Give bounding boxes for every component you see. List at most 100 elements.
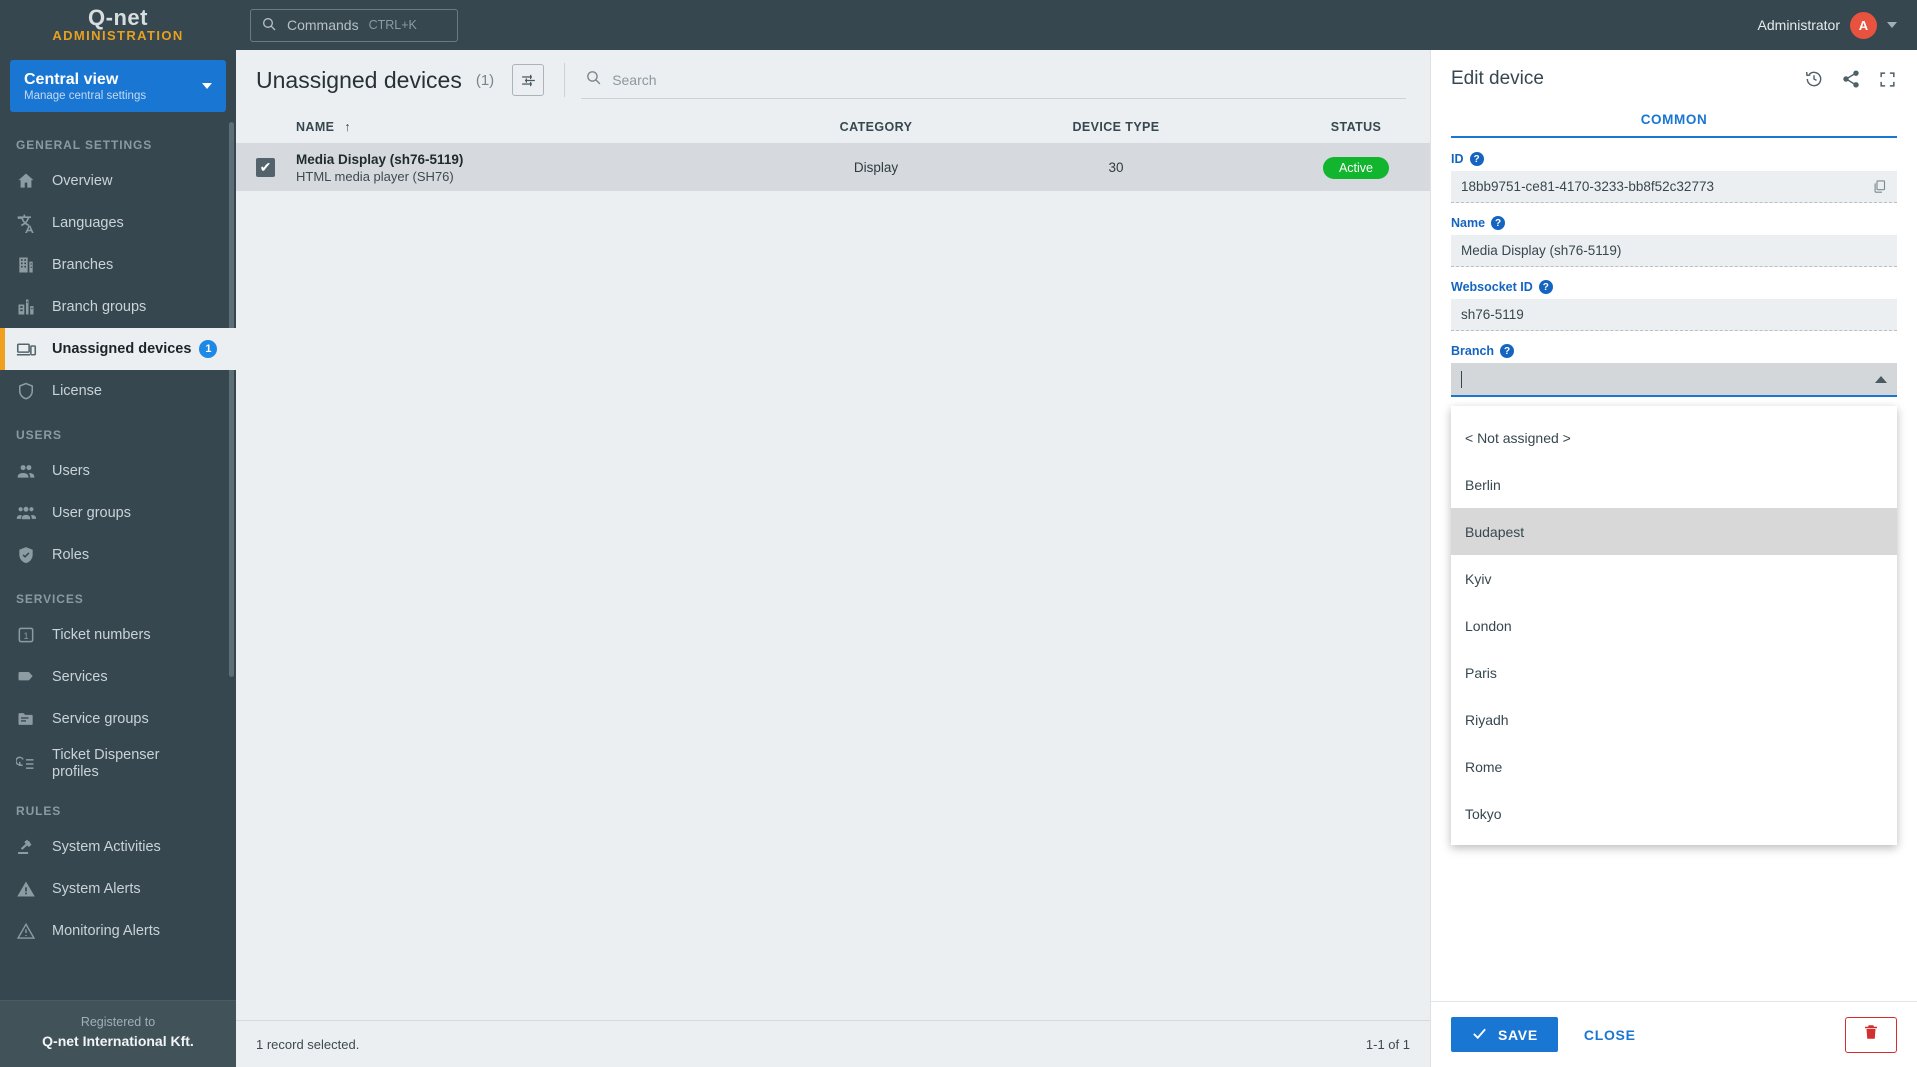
branch-label-wrap: Branch ?	[1451, 344, 1897, 358]
text-cursor	[1461, 370, 1462, 388]
sidebar-item-roles[interactable]: Roles	[0, 534, 236, 576]
building-icon	[16, 255, 52, 275]
close-button[interactable]: CLOSE	[1572, 1019, 1648, 1051]
sidebar-item-label: Monitoring Alerts	[52, 922, 160, 939]
sidebar-item-system-activities[interactable]: System Activities	[0, 826, 236, 868]
search-input[interactable]	[612, 71, 1406, 88]
row-checkbox[interactable]: ✔	[256, 158, 275, 177]
delete-button[interactable]	[1845, 1016, 1897, 1053]
branch-option[interactable]: Berlin	[1451, 461, 1897, 508]
shield-icon	[16, 381, 52, 401]
save-button[interactable]: SAVE	[1451, 1017, 1558, 1052]
sidebar-item-label: System Activities	[52, 838, 161, 855]
branch-option[interactable]: London	[1451, 602, 1897, 649]
home-icon	[16, 171, 52, 191]
branch-option[interactable]: Budapest	[1451, 508, 1897, 555]
branch-option[interactable]: Paris	[1451, 649, 1897, 696]
sidebar-item-label: Users	[52, 462, 90, 479]
help-icon[interactable]: ?	[1500, 344, 1515, 358]
field-id: ID? 18bb9751-ce81-4170-3233-bb8f52c32773	[1451, 152, 1897, 203]
number-one-icon: 1	[16, 625, 52, 645]
chevron-down-icon[interactable]	[1887, 22, 1897, 28]
sidebar-item-services[interactable]: Services	[0, 656, 236, 698]
field-label-wrap: Name?	[1451, 216, 1897, 230]
buildings-icon	[16, 297, 52, 317]
sidebar-item-label: User groups	[52, 504, 131, 521]
field-value: sh76-5119	[1461, 307, 1524, 322]
fullscreen-icon[interactable]	[1878, 70, 1897, 89]
translate-icon	[16, 213, 52, 233]
branch-option[interactable]: Rome	[1451, 743, 1897, 790]
help-icon[interactable]: ?	[1491, 216, 1506, 230]
top-bar: Q-net ADMINISTRATION Commands CTRL+K Adm…	[0, 0, 1917, 50]
column-header-category[interactable]: CATEGORY	[756, 120, 996, 134]
branch-select[interactable]	[1451, 363, 1897, 397]
dispenser-icon	[16, 754, 52, 774]
chevron-down-icon[interactable]	[202, 83, 212, 89]
commands-label: Commands	[287, 17, 359, 33]
branch-dropdown-list[interactable]: < Not assigned > Berlin Budapest Kyiv London…	[1451, 406, 1897, 845]
filter-settings-button[interactable]	[512, 64, 545, 96]
devices-icon	[16, 339, 52, 360]
pagination-range: 1-1 of 1	[1365, 1036, 1410, 1052]
sidebar-item-system-alerts[interactable]: System Alerts	[0, 868, 236, 910]
sidebar-item-branch-groups[interactable]: Branch groups	[0, 286, 236, 328]
status-badge: Active	[1322, 156, 1390, 179]
field-input[interactable]: 18bb9751-ce81-4170-3233-bb8f52c32773	[1451, 171, 1897, 203]
branch-option[interactable]: Riyadh	[1451, 696, 1897, 743]
history-icon[interactable]	[1804, 69, 1824, 89]
sidebar-item-license[interactable]: License	[0, 370, 236, 412]
field-value: Media Display (sh76-5119)	[1461, 243, 1622, 258]
sidebar-item-ticket-numbers[interactable]: 1 Ticket numbers	[0, 614, 236, 656]
sidebar-item-branches[interactable]: Branches	[0, 244, 236, 286]
user-menu[interactable]: Administrator A	[1758, 11, 1917, 39]
users-icon	[16, 461, 52, 481]
view-switcher[interactable]: Central view Manage central settings	[10, 60, 226, 112]
branch-option[interactable]: Tokyo	[1451, 790, 1897, 837]
cell-category: Display	[853, 160, 899, 175]
alert-outline-icon	[16, 921, 52, 941]
user-group-icon	[16, 503, 52, 523]
sidebar-item-label: Unassigned devices	[52, 340, 192, 357]
view-switcher-subtitle: Manage central settings	[24, 89, 147, 102]
sidebar-item-label: Ticket numbers	[52, 626, 151, 643]
tab-common[interactable]: COMMON	[1631, 106, 1718, 136]
copy-icon[interactable]	[1872, 179, 1887, 194]
registered-label: Registered to	[80, 1015, 156, 1029]
field-label: ID	[1451, 152, 1464, 166]
edit-device-panel: Edit device COMMON ID ? 18bb9751-ce81-41…	[1430, 50, 1917, 1067]
share-icon[interactable]	[1841, 69, 1861, 89]
help-icon[interactable]: ?	[1538, 280, 1553, 294]
sidebar-item-users[interactable]: Users	[0, 450, 236, 492]
search-field[interactable]	[581, 61, 1406, 99]
sidebar-item-monitoring-alerts[interactable]: Monitoring Alerts	[0, 910, 236, 952]
column-header-device-type[interactable]: DEVICE TYPE	[996, 120, 1236, 134]
field-input[interactable]: Media Display (sh76-5119)	[1451, 235, 1897, 267]
sidebar-item-label: Overview	[52, 172, 113, 189]
chevron-up-icon[interactable]	[1875, 375, 1887, 383]
help-icon[interactable]: ?	[1469, 152, 1484, 166]
field-input[interactable]: sh76-5119	[1451, 299, 1897, 331]
row-checkbox-cell[interactable]: ✔	[256, 158, 296, 177]
shield-check-icon	[16, 545, 52, 565]
column-header-name[interactable]: NAME ↑	[296, 120, 756, 134]
branch-field: Branch ?	[1451, 344, 1897, 397]
brand-logo-block: Q-net ADMINISTRATION	[0, 0, 236, 50]
sidebar-item-label: Branch groups	[52, 298, 147, 315]
table-row[interactable]: ✔ Media Display (sh76-5119) HTML media pla…	[236, 144, 1430, 191]
field-label: Websocket ID	[1451, 280, 1533, 294]
commands-search-button[interactable]: Commands CTRL+K	[250, 8, 458, 42]
sidebar-item-ticket-dispenser-profiles[interactable]: Ticket Dispenser profiles	[0, 740, 236, 788]
trash-icon	[1862, 1023, 1880, 1046]
branch-option[interactable]: Kyiv	[1451, 555, 1897, 602]
table-header-row: NAME ↑ CATEGORY DEVICE TYPE STATUS	[236, 110, 1430, 144]
sidebar-item-label: Service groups	[52, 710, 149, 727]
branch-option[interactable]: < Not assigned >	[1451, 414, 1897, 461]
sidebar-item-unassigned-devices[interactable]: Unassigned devices 1	[0, 328, 236, 370]
sidebar-item-service-groups[interactable]: Service groups	[0, 698, 236, 740]
sidebar-item-overview[interactable]: Overview	[0, 160, 236, 202]
sidebar-item-languages[interactable]: Languages	[0, 202, 236, 244]
field-websocket-id: Websocket ID? sh76-5119	[1451, 280, 1897, 331]
sidebar-item-user-groups[interactable]: User groups	[0, 492, 236, 534]
search-icon	[585, 69, 602, 91]
